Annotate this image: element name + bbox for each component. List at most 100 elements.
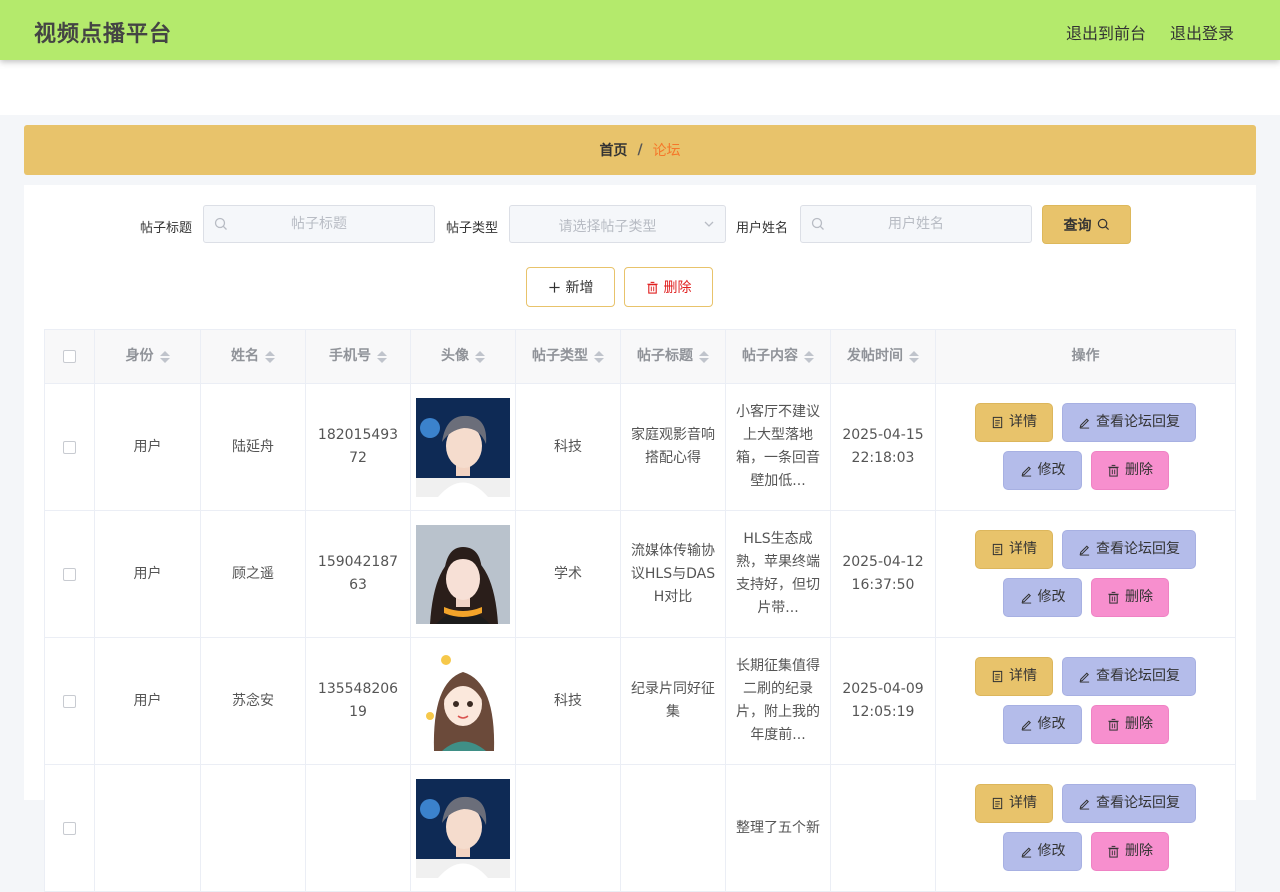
detail-button[interactable]: 详情 [975,530,1053,569]
view-replies-button[interactable]: 查看论坛回复 [1062,784,1196,823]
avatar-cell [411,384,516,510]
boy-avatar-icon [416,397,510,497]
name-cell: 陆延舟 [201,384,306,510]
operations-group: 详情 查看论坛回复 修改 删除 [936,765,1235,891]
header-post-title[interactable]: 帖子标题 [621,330,726,383]
avatar-cell [411,638,516,764]
sort-icon [377,350,387,363]
batch-delete-button[interactable]: 删除 [624,267,713,307]
select-all-checkbox[interactable] [63,350,76,363]
exit-to-frontend-link[interactable]: 退出到前台 [1066,20,1146,44]
edit-button[interactable]: 修改 [1003,578,1082,617]
header-post-content[interactable]: 帖子内容 [726,330,831,383]
operations-group: 详情 查看论坛回复 修改 删除 [936,511,1235,637]
sort-icon [909,350,919,363]
breadcrumb-home[interactable]: 首页 [599,140,627,160]
breadcrumb-separator: / [637,142,643,158]
app-title: 视频点播平台 [34,22,173,47]
delete-button-label: 删除 [1125,716,1153,732]
sort-icon [265,350,275,363]
delete-button[interactable]: 删除 [1091,451,1169,490]
cartoon-girl-avatar-icon [416,651,510,751]
plus-icon [548,281,560,293]
detail-button[interactable]: 详情 [975,784,1053,823]
header-post-type[interactable]: 帖子类型 [516,330,621,383]
header-post-type-label: 帖子类型 [532,348,588,364]
table-row: 用户 陆延舟 18201549372 科技 家庭观影音响搭配心得 小客厅不建议上… [44,384,1236,511]
logout-link[interactable]: 退出登录 [1170,20,1234,44]
header-phone[interactable]: 手机号 [306,330,411,383]
edit-button[interactable]: 修改 [1003,705,1082,744]
delete-button[interactable]: 删除 [1091,578,1169,617]
edit-button[interactable]: 修改 [1003,832,1082,871]
document-icon [992,797,1003,810]
role-cell [95,765,201,891]
search-icon [1097,218,1109,231]
header-phone-label: 手机号 [329,348,371,364]
edit-icon [1021,720,1031,731]
edit-button-label: 修改 [1037,462,1066,478]
sort-icon [594,350,604,363]
document-icon [992,416,1003,429]
post-title-input[interactable] [204,206,434,242]
add-button[interactable]: 新增 [526,267,615,307]
view-replies-label: 查看论坛回复 [1096,541,1180,557]
row-select-cell [45,384,95,510]
post-type-placeholder: 请选择帖子类型 [558,219,657,235]
header-name[interactable]: 姓名 [201,330,306,383]
view-replies-button[interactable]: 查看论坛回复 [1062,530,1196,569]
table-body: 用户 陆延舟 18201549372 科技 家庭观影音响搭配心得 小客厅不建议上… [44,384,1236,892]
phone-cell: 13554820619 [306,638,411,764]
trash-icon [1108,464,1119,477]
detail-button[interactable]: 详情 [975,657,1053,696]
delete-button[interactable]: 删除 [1091,832,1169,871]
post-type-label: 帖子类型 [446,221,499,236]
post-time-cell [831,765,936,891]
detail-button-label: 详情 [1009,414,1037,430]
post-type-select[interactable]: 请选择帖子类型 [509,205,726,243]
row-checkbox[interactable] [63,694,76,708]
view-replies-button[interactable]: 查看论坛回复 [1062,657,1196,696]
post-type-cell: 科技 [516,638,621,764]
edit-icon [1079,545,1090,556]
operations-cell: 详情 查看论坛回复 修改 删除 [936,765,1235,891]
detail-button[interactable]: 详情 [975,403,1053,442]
breadcrumb-current: 论坛 [652,143,681,159]
document-icon [992,670,1003,683]
phone-cell: 15904218763 [306,511,411,637]
user-name-field [800,205,1032,243]
table-row: 整理了五个新 详情 查看论坛回复 修改 删除 [44,765,1236,892]
header-post-time[interactable]: 发帖时间 [831,330,936,383]
header-avatar[interactable]: 头像 [411,330,516,383]
post-title-cell: 纪录片同好征集 [621,638,726,764]
delete-button[interactable]: 删除 [1091,705,1169,744]
user-name-label: 用户姓名 [736,221,789,236]
post-content-cell: 整理了五个新 [726,765,831,891]
query-button[interactable]: 查询 [1042,205,1131,244]
user-name-input[interactable] [801,206,1031,242]
delete-button-label: 删除 [1125,843,1153,859]
phone-cell: 18201549372 [306,384,411,510]
header-spacer [0,60,1280,115]
row-checkbox[interactable] [63,440,76,454]
operations-cell: 详情 查看论坛回复 修改 删除 [936,384,1235,510]
view-replies-button[interactable]: 查看论坛回复 [1062,403,1196,442]
breadcrumb: 首页 / 论坛 [24,125,1256,175]
role-cell: 用户 [95,384,201,510]
header-select-all [45,330,95,383]
trash-icon [1108,718,1119,731]
search-icon [811,217,824,230]
row-checkbox[interactable] [63,821,76,835]
edit-button[interactable]: 修改 [1003,451,1082,490]
edit-button-label: 修改 [1037,716,1066,732]
header-role[interactable]: 身份 [95,330,201,383]
header-operations: 操作 [936,330,1235,383]
post-title-label: 帖子标题 [140,221,193,236]
table-header: 身份 姓名 手机号 头像 帖子类型 帖子标题 帖子内容 发帖时间 操作 [44,329,1236,384]
row-checkbox[interactable] [63,567,76,581]
operations-cell: 详情 查看论坛回复 修改 删除 [936,511,1235,637]
view-replies-label: 查看论坛回复 [1096,795,1180,811]
sort-icon [159,350,170,363]
post-title-cell: 流媒体传输协议HLS与DASH对比 [621,511,726,637]
sort-icon [475,350,485,363]
